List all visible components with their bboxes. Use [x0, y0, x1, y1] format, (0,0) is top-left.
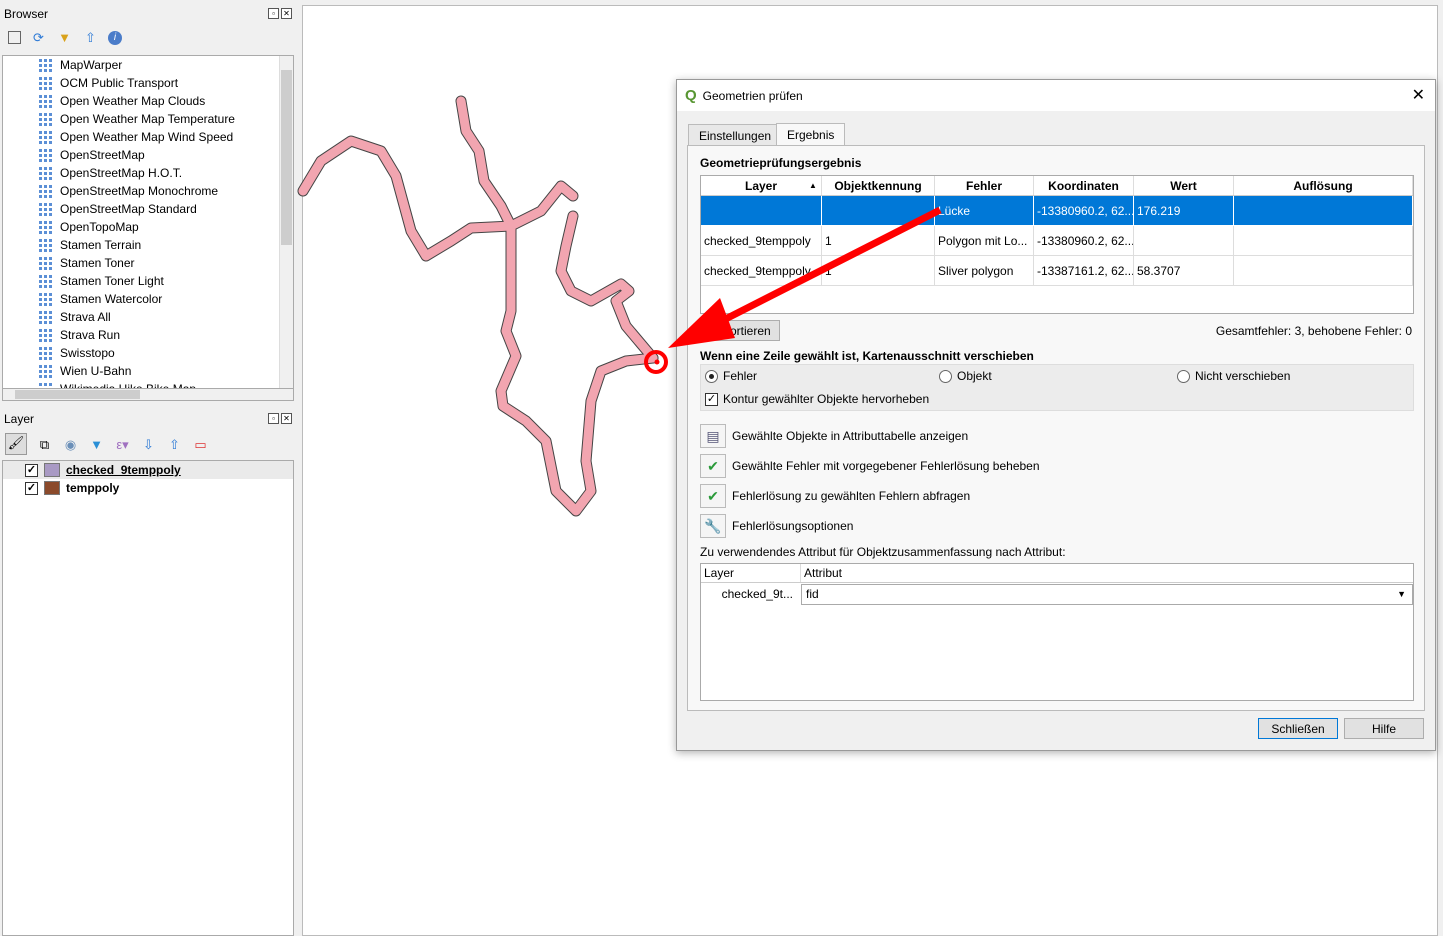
wrench-icon: 🔧 — [700, 514, 726, 538]
attribute-select[interactable]: fid ▼ — [801, 583, 1413, 605]
table-cell: -13380960.2, 62... — [1034, 196, 1134, 226]
table-row[interactable]: Lücke -13380960.2, 62... 176.219 — [701, 196, 1413, 226]
table-cell: 1 — [822, 226, 935, 256]
table-cell — [1234, 256, 1413, 286]
table-cell: Sliver polygon — [935, 256, 1034, 286]
attr-layer-cell: checked_9t... — [721, 587, 793, 601]
checkmark-icon: ✔ — [700, 454, 726, 478]
table-row[interactable]: checked_9temppoly 1 Polygon mit Lo... -1338… — [701, 226, 1413, 256]
column-header-koordinaten[interactable]: Koordinaten — [1034, 176, 1134, 195]
table-row[interactable]: checked_9temppoly 1 Sliver polygon -1338716… — [701, 256, 1413, 286]
table-cell — [1134, 226, 1234, 256]
column-header-layer[interactable]: Layer ▲ — [701, 176, 822, 195]
fix-errors-prompt-action[interactable]: ✔ Fehlerlösung zu gewählten Fehlern abfra… — [700, 484, 970, 508]
table-cell: -13380960.2, 62... — [1034, 226, 1134, 256]
table-cell — [1234, 196, 1413, 226]
resolution-options-action[interactable]: 🔧 Fehlerlösungsoptionen — [700, 514, 853, 538]
fix-errors-default-action[interactable]: ✔ Gewählte Fehler mit vorgegebener Fehler… — [700, 454, 1040, 478]
column-header-fehler[interactable]: Fehler — [935, 176, 1034, 195]
section-title: Geometrieprüfungsergebnis — [700, 156, 862, 170]
radio-fehler[interactable]: Fehler — [705, 369, 757, 383]
dialog-titlebar: Q Geometrien prüfen ✕ — [677, 80, 1435, 111]
table-cell: 176.219 — [1134, 196, 1234, 226]
polygon-feature — [495, 220, 659, 517]
pan-options: Fehler Objekt Nicht verschieben ✓ Kontur … — [700, 364, 1414, 411]
table-cell: 58.3707 — [1134, 256, 1234, 286]
close-icon[interactable]: ✕ — [1412, 85, 1425, 105]
tab-ergebnis[interactable]: Ergebnis — [776, 123, 846, 146]
table-cell: -13387161.2, 62... — [1034, 256, 1134, 286]
highlight-checkbox[interactable]: ✓ Kontur gewählter Objekte hervorheben — [705, 392, 929, 406]
table-cell: checked_9temppoly — [701, 226, 822, 256]
table-cell: Lücke — [935, 196, 1034, 226]
chevron-down-icon: ▼ — [1397, 588, 1406, 599]
column-header-wert[interactable]: Wert — [1134, 176, 1234, 195]
polygon-feature — [496, 221, 658, 516]
attr-column-attribut: Attribut — [804, 566, 843, 580]
polygon-feature — [506, 181, 578, 231]
table-cell — [1234, 226, 1413, 256]
table-icon: ▤ — [700, 424, 726, 448]
pan-title: Wenn eine Zeile gewählt ist, Kartenaussc… — [700, 349, 1034, 363]
help-button[interactable]: Hilfe — [1344, 718, 1424, 739]
column-header-objektkennung[interactable]: Objektkennung — [822, 176, 935, 195]
qgis-logo-icon: Q — [685, 87, 697, 104]
table-cell: Polygon mit Lo... — [935, 226, 1034, 256]
export-button[interactable]: Exportieren — [700, 320, 780, 341]
radio-objekt[interactable]: Objekt — [939, 369, 992, 383]
column-header-aufloesung[interactable]: Auflösung — [1234, 176, 1413, 195]
table-cell — [822, 196, 935, 226]
sort-ascending-icon: ▲ — [809, 181, 817, 190]
results-table: Layer ▲ Objektkennung Fehler Koordinaten … — [700, 175, 1414, 314]
table-cell: checked_9temppoly — [701, 256, 822, 286]
result-pane: Geometrieprüfungsergebnis Layer ▲ Objektk… — [687, 145, 1425, 711]
check-geometries-dialog: Q Geometrien prüfen ✕ Einstellungen Erge… — [676, 79, 1436, 751]
attr-title: Zu verwendendes Attribut für Objektzusam… — [700, 545, 1066, 559]
checkmark-icon: ✔ — [700, 484, 726, 508]
attr-column-layer: Layer — [701, 564, 801, 582]
show-in-attribute-table-action[interactable]: ▤ Gewählte Objekte in Attributtabelle anz… — [700, 424, 968, 448]
error-summary: Gesamtfehler: 3, behobene Fehler: 0 — [1215, 324, 1412, 338]
table-cell — [701, 196, 822, 226]
radio-nicht-verschieben[interactable]: Nicht verschieben — [1177, 369, 1290, 383]
table-cell: 1 — [822, 256, 935, 286]
attribute-table: Layer Attribut checked_9t... fid ▼ — [700, 563, 1414, 701]
dialog-title: Geometrien prüfen — [702, 88, 803, 103]
tab-einstellungen[interactable]: Einstellungen — [688, 124, 783, 146]
close-button[interactable]: Schließen — [1258, 718, 1338, 739]
